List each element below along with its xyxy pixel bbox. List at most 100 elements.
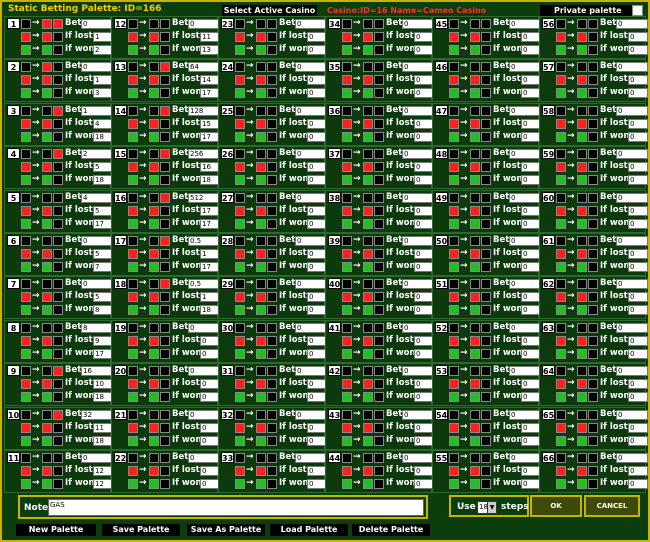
state-square[interactable] (149, 192, 159, 203)
state-square[interactable] (128, 19, 138, 29)
state-square[interactable] (149, 335, 159, 346)
state-square[interactable] (256, 453, 266, 463)
state-square[interactable] (42, 32, 52, 42)
won-value-input[interactable]: 0 (628, 131, 648, 142)
state-square[interactable] (342, 409, 352, 420)
lost-value-input[interactable]: 0 (521, 292, 541, 303)
state-square[interactable] (481, 32, 491, 42)
won-value-input[interactable]: 0 (307, 435, 327, 446)
state-square[interactable] (128, 62, 138, 73)
state-square[interactable] (577, 19, 587, 29)
state-square[interactable] (449, 322, 459, 333)
state-square[interactable] (481, 105, 491, 116)
bet-value-input[interactable]: 0 (402, 149, 434, 160)
won-value-input[interactable]: 0 (414, 131, 434, 142)
state-square[interactable] (577, 262, 587, 272)
state-square[interactable] (256, 88, 266, 99)
state-square[interactable] (21, 218, 31, 229)
bet-value-input[interactable]: 0 (509, 62, 541, 73)
state-square[interactable] (363, 218, 373, 229)
state-square[interactable] (149, 422, 159, 433)
state-square[interactable] (363, 335, 373, 346)
state-square[interactable] (342, 131, 352, 142)
state-square[interactable] (374, 149, 384, 160)
bet-value-input[interactable]: 16 (81, 366, 113, 377)
state-square[interactable] (556, 422, 566, 433)
state-square[interactable] (21, 409, 31, 420)
state-square[interactable] (267, 175, 277, 186)
state-square[interactable] (374, 192, 384, 203)
state-square[interactable] (588, 218, 598, 229)
state-square[interactable] (256, 292, 266, 303)
won-value-input[interactable]: 0 (521, 262, 541, 272)
bet-value-input[interactable]: 0 (402, 409, 434, 420)
won-value-input[interactable]: 0 (628, 88, 648, 99)
state-square[interactable] (470, 348, 480, 359)
state-square[interactable] (481, 335, 491, 346)
state-square[interactable] (577, 131, 587, 142)
bet-value-input[interactable]: 0 (295, 149, 327, 160)
state-square[interactable] (363, 62, 373, 73)
state-square[interactable] (363, 105, 373, 116)
state-square[interactable] (470, 279, 480, 290)
private-palette-checkbox[interactable] (632, 5, 643, 16)
state-square[interactable] (556, 262, 566, 272)
state-square[interactable] (481, 392, 491, 403)
state-square[interactable] (42, 435, 52, 446)
state-square[interactable] (342, 335, 352, 346)
state-square[interactable] (42, 292, 52, 303)
state-square[interactable] (53, 262, 63, 272)
bet-value-input[interactable]: 0 (188, 19, 220, 29)
state-square[interactable] (42, 192, 52, 203)
state-square[interactable] (363, 149, 373, 160)
state-square[interactable] (374, 62, 384, 73)
new-palette-button[interactable]: New Palette (16, 524, 96, 536)
state-square[interactable] (449, 19, 459, 29)
state-square[interactable] (21, 175, 31, 186)
lost-value-input[interactable]: 0 (628, 32, 648, 42)
state-square[interactable] (470, 305, 480, 316)
state-square[interactable] (374, 479, 384, 489)
state-square[interactable] (53, 292, 63, 303)
state-square[interactable] (481, 62, 491, 73)
state-square[interactable] (374, 218, 384, 229)
state-square[interactable] (588, 379, 598, 390)
bet-value-input[interactable]: 0 (295, 279, 327, 290)
lost-value-input[interactable]: 5 (93, 249, 113, 259)
won-value-input[interactable]: 0 (414, 392, 434, 403)
state-square[interactable] (160, 322, 170, 333)
state-square[interactable] (256, 305, 266, 316)
state-square[interactable] (128, 262, 138, 272)
state-square[interactable] (577, 279, 587, 290)
state-square[interactable] (342, 435, 352, 446)
state-square[interactable] (342, 366, 352, 377)
bet-value-input[interactable]: 64 (188, 62, 220, 73)
won-value-input[interactable]: 18 (200, 175, 220, 186)
lost-value-input[interactable]: 1 (200, 249, 220, 259)
state-square[interactable] (53, 45, 63, 55)
lost-value-input[interactable]: 0 (414, 466, 434, 476)
state-square[interactable] (470, 131, 480, 142)
bet-value-input[interactable]: 0 (402, 279, 434, 290)
bet-value-input[interactable]: 0 (188, 453, 220, 463)
state-square[interactable] (374, 118, 384, 129)
state-square[interactable] (267, 292, 277, 303)
state-square[interactable] (128, 118, 138, 129)
state-square[interactable] (21, 305, 31, 316)
bet-value-input[interactable]: 256 (188, 149, 220, 160)
state-square[interactable] (556, 75, 566, 86)
bet-value-input[interactable]: 0 (295, 366, 327, 377)
state-square[interactable] (588, 162, 598, 173)
state-square[interactable] (577, 105, 587, 116)
state-square[interactable] (235, 88, 245, 99)
state-square[interactable] (449, 149, 459, 160)
lost-value-input[interactable]: 0 (307, 75, 327, 86)
state-square[interactable] (128, 131, 138, 142)
state-square[interactable] (374, 422, 384, 433)
state-square[interactable] (588, 249, 598, 259)
state-square[interactable] (449, 88, 459, 99)
state-square[interactable] (342, 88, 352, 99)
won-value-input[interactable]: 0 (628, 262, 648, 272)
state-square[interactable] (42, 105, 52, 116)
state-square[interactable] (256, 422, 266, 433)
